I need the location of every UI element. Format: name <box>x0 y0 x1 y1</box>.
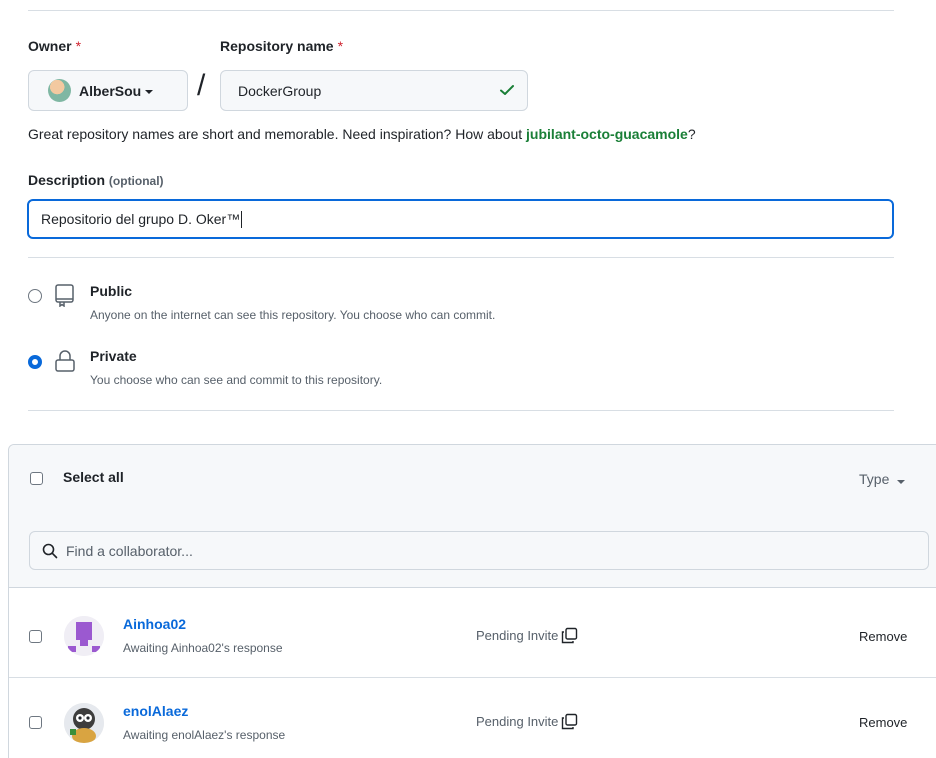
collaborator-name[interactable]: enolAlaez <box>123 703 188 719</box>
avatar-image <box>64 703 104 743</box>
identicon <box>64 616 104 656</box>
owner-dropdown[interactable]: AlberSou <box>28 70 188 111</box>
pending-invite-text: Pending Invite <box>476 628 559 643</box>
chevron-down-icon <box>145 89 154 94</box>
copy-icon[interactable] <box>561 713 578 730</box>
owner-repo-separator: / <box>197 69 206 102</box>
collaborator-checkbox[interactable] <box>29 630 42 643</box>
repo-icon <box>55 284 74 307</box>
collaborator-status: Awaiting enolAlaez's response <box>123 728 286 742</box>
description-value: Repositorio del grupo D. Oker™ <box>41 211 241 227</box>
collaborator-status: Awaiting Ainhoa02's response <box>123 641 283 655</box>
hint-text: Great repository names are short and mem… <box>28 126 527 142</box>
private-title: Private <box>90 348 137 364</box>
search-icon <box>42 543 58 559</box>
private-description: You choose who can see and commit to thi… <box>90 373 383 387</box>
avatar <box>64 616 104 656</box>
repo-required-mark: * <box>337 38 344 54</box>
public-description: Anyone on the internet can see this repo… <box>90 308 496 322</box>
text-cursor <box>241 210 243 228</box>
owner-avatar <box>48 79 71 102</box>
description-label: Description (optional) <box>28 172 164 188</box>
collaborator-name[interactable]: Ainhoa02 <box>123 616 186 632</box>
owner-name: AlberSou <box>79 82 142 99</box>
pending-invite: Pending Invite <box>476 713 578 730</box>
divider <box>28 257 894 258</box>
pending-invite-text: Pending Invite <box>476 714 559 729</box>
name-suggestion-link[interactable]: jubilant-octo-guacamole <box>526 126 688 142</box>
repo-name-value: DockerGroup <box>238 82 322 99</box>
pending-invite: Pending Invite <box>476 627 578 644</box>
lock-icon <box>55 350 75 372</box>
divider <box>28 410 894 411</box>
find-collaborator-input[interactable]: Find a collaborator... <box>29 531 929 570</box>
select-all-checkbox[interactable] <box>30 472 43 485</box>
owner-label-text: Owner <box>28 38 72 54</box>
public-title: Public <box>90 283 133 299</box>
repo-name-input[interactable]: DockerGroup <box>220 70 528 111</box>
repo-name-label: Repository name * <box>220 38 343 54</box>
collaborator-checkbox[interactable] <box>29 716 42 729</box>
description-label-text: Description <box>28 172 106 188</box>
description-optional: (optional) <box>108 174 164 188</box>
public-radio[interactable] <box>28 289 42 303</box>
owner-required-mark: * <box>75 38 82 54</box>
remove-button[interactable]: Remove <box>859 629 907 644</box>
check-icon <box>500 85 514 95</box>
type-filter-dropdown[interactable]: Type <box>859 471 906 487</box>
owner-label: Owner * <box>28 38 81 54</box>
find-collaborator-placeholder: Find a collaborator... <box>66 542 193 559</box>
avatar <box>64 703 104 743</box>
hint-suffix: ? <box>687 126 696 142</box>
row-divider <box>9 677 936 678</box>
collaborators-header: Select all Type Find a collaborator... <box>9 445 936 588</box>
repo-name-label-text: Repository name <box>220 38 334 54</box>
type-filter-label: Type <box>859 471 890 487</box>
chevron-down-icon <box>897 480 906 484</box>
repo-name-hint: Great repository names are short and mem… <box>28 126 696 142</box>
select-all-label: Select all <box>63 469 124 485</box>
collaborators-panel: Select all Type Find a collaborator... A… <box>8 444 936 758</box>
description-input[interactable]: Repositorio del grupo D. Oker™ <box>27 199 894 239</box>
copy-icon[interactable] <box>561 627 578 644</box>
remove-button[interactable]: Remove <box>859 715 907 730</box>
private-radio[interactable] <box>28 355 42 369</box>
top-divider <box>28 10 894 11</box>
